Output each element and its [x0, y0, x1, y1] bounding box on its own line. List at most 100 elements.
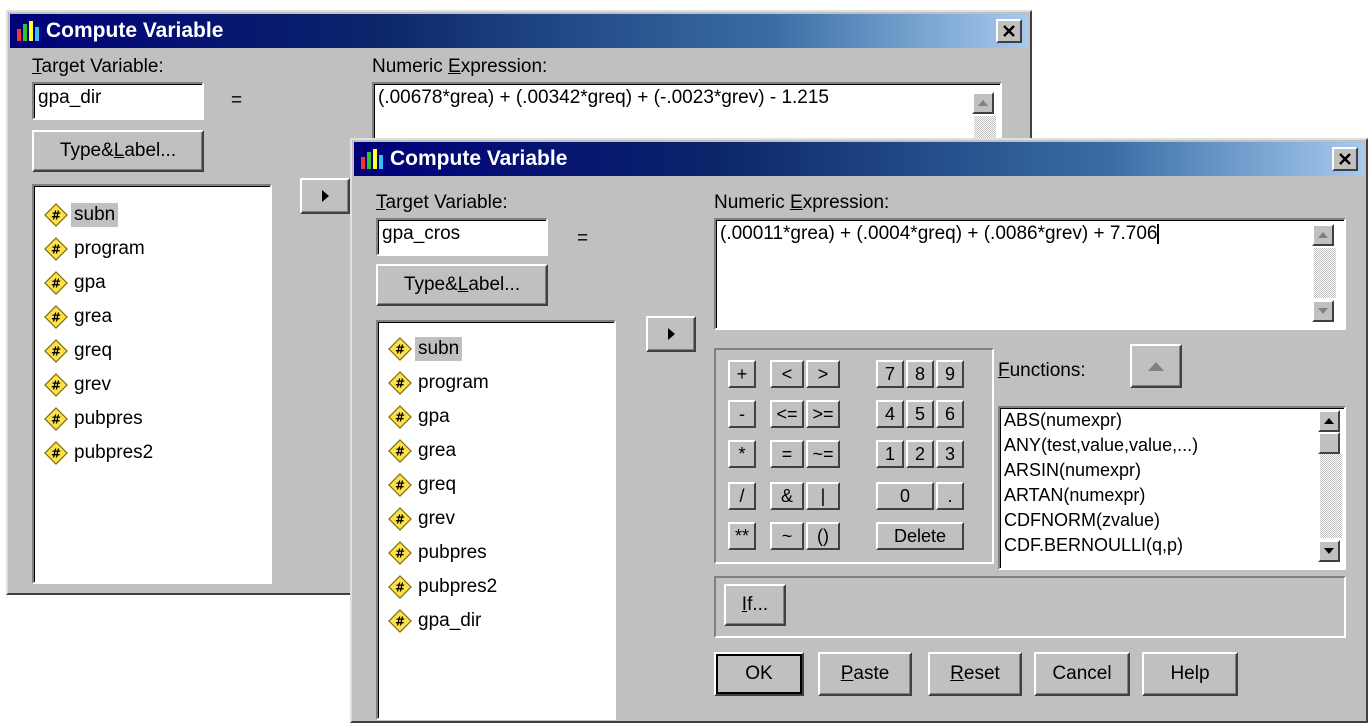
numeric-variable-icon: #: [388, 541, 412, 565]
key-decimal[interactable]: .: [936, 482, 964, 510]
list-item[interactable]: # grea: [388, 436, 459, 466]
cancel-button[interactable]: Cancel: [1034, 652, 1130, 696]
list-item[interactable]: # program: [44, 234, 148, 264]
if-button[interactable]: If...: [724, 584, 786, 626]
key-equals[interactable]: =: [770, 440, 804, 468]
front-move-variable-button[interactable]: [646, 316, 696, 352]
key-not-equal[interactable]: ~=: [806, 440, 840, 468]
list-item[interactable]: CDF.BERNOULLI(q,p): [1004, 535, 1183, 556]
key-8[interactable]: 8: [906, 360, 934, 388]
key-2[interactable]: 2: [906, 440, 934, 468]
back-numeric-expression-input[interactable]: (.00678*grea) + (.00342*greq) + (-.0023*…: [372, 82, 1002, 142]
list-item[interactable]: CDFNORM(zvalue): [1004, 510, 1160, 531]
help-button[interactable]: Help: [1142, 652, 1238, 696]
list-item[interactable]: # subn: [388, 334, 463, 364]
svg-text:#: #: [51, 379, 61, 393]
list-item[interactable]: # pubpres2: [44, 438, 156, 468]
reset-button[interactable]: Reset: [928, 652, 1022, 696]
key-not[interactable]: ~: [770, 522, 804, 550]
list-item[interactable]: # greq: [44, 336, 115, 366]
svg-text:#: #: [395, 615, 405, 629]
front-expression-scroll-down[interactable]: [1312, 300, 1334, 322]
key-parentheses[interactable]: (): [806, 522, 840, 550]
key-less-than[interactable]: <: [770, 360, 804, 388]
key-greater-than[interactable]: >: [806, 360, 840, 388]
list-item[interactable]: # gpa: [388, 402, 453, 432]
back-close-button[interactable]: [996, 19, 1022, 43]
svg-text:#: #: [51, 447, 61, 461]
back-variable-list[interactable]: # subn # program # gpa # grea # greq # grev # p…: [32, 184, 272, 584]
functions-scroll-down[interactable]: [1318, 540, 1340, 562]
key-5[interactable]: 5: [906, 400, 934, 428]
scroll-down-icon: [1324, 548, 1334, 554]
key-minus[interactable]: -: [728, 400, 756, 428]
list-item[interactable]: # grev: [44, 370, 114, 400]
list-item[interactable]: # pubpres2: [388, 572, 500, 602]
list-item[interactable]: # pubpres: [44, 404, 146, 434]
functions-list[interactable]: ABS(numexpr) ANY(test,value,value,...) A…: [998, 406, 1346, 570]
list-item[interactable]: # program: [388, 368, 492, 398]
key-4[interactable]: 4: [876, 400, 904, 428]
list-item[interactable]: # pubpres: [388, 538, 490, 568]
list-item[interactable]: ARTAN(numexpr): [1004, 485, 1145, 506]
back-expression-scroll-track[interactable]: [974, 116, 996, 140]
back-type-label-button[interactable]: Type& Label...: [32, 130, 204, 172]
list-item[interactable]: # subn: [44, 200, 119, 230]
key-or[interactable]: |: [806, 482, 840, 510]
numeric-variable-icon: #: [44, 203, 68, 227]
key-multiply[interactable]: *: [728, 440, 756, 468]
ok-button[interactable]: OK: [714, 652, 804, 696]
front-numeric-expression-input[interactable]: (.00011*grea) + (.0004*greq) + (.0086*gr…: [714, 218, 1346, 330]
functions-scroll-track[interactable]: [1320, 454, 1342, 538]
list-item[interactable]: # grea: [44, 302, 115, 332]
key-power[interactable]: **: [728, 522, 756, 550]
functions-scroll-up[interactable]: [1318, 410, 1340, 432]
scroll-up-icon: [1318, 232, 1328, 238]
list-item[interactable]: # grev: [388, 504, 458, 534]
front-title-bar[interactable]: Compute Variable: [354, 142, 1364, 176]
front-target-variable-input[interactable]: gpa_cros: [376, 218, 548, 256]
front-close-button[interactable]: [1332, 147, 1358, 171]
key-divide[interactable]: /: [728, 482, 756, 510]
functions-scroll-thumb[interactable]: [1318, 432, 1340, 454]
key-greater-equal[interactable]: >=: [806, 400, 840, 428]
list-item[interactable]: # gpa: [44, 268, 109, 298]
arrow-right-icon: [321, 190, 329, 202]
key-3[interactable]: 3: [936, 440, 964, 468]
back-expression-scroll-up[interactable]: [972, 92, 994, 114]
svg-text:#: #: [395, 445, 405, 459]
numeric-variable-icon: #: [388, 439, 412, 463]
list-item[interactable]: # greq: [388, 470, 459, 500]
key-delete[interactable]: Delete: [876, 522, 964, 550]
key-9[interactable]: 9: [936, 360, 964, 388]
list-item[interactable]: ABS(numexpr): [1004, 410, 1122, 431]
back-title-text: Compute Variable: [46, 19, 224, 42]
paste-function-button[interactable]: [1130, 344, 1182, 388]
front-type-label-button[interactable]: Type& Label...: [376, 264, 548, 306]
list-item[interactable]: ARSIN(numexpr): [1004, 460, 1141, 481]
back-move-variable-button[interactable]: [300, 178, 350, 214]
text-cursor: [1157, 223, 1160, 244]
key-and[interactable]: &: [770, 482, 804, 510]
list-item[interactable]: # gpa_dir: [388, 606, 484, 636]
close-icon: [1003, 25, 1015, 37]
numeric-variable-icon: #: [44, 237, 68, 261]
front-expression-scroll-up[interactable]: [1312, 224, 1334, 246]
back-equals-sign: =: [231, 90, 243, 111]
spss-app-icon: [361, 149, 383, 169]
key-7[interactable]: 7: [876, 360, 904, 388]
back-target-variable-input[interactable]: gpa_dir: [32, 82, 204, 120]
arrow-up-icon: [1148, 361, 1164, 371]
front-expression-scroll-track[interactable]: [1314, 248, 1336, 298]
list-item[interactable]: ANY(test,value,value,...): [1004, 435, 1198, 456]
back-title-bar[interactable]: Compute Variable: [10, 14, 1028, 48]
key-plus[interactable]: +: [728, 360, 756, 388]
svg-text:#: #: [51, 277, 61, 291]
key-0[interactable]: 0: [876, 482, 934, 510]
paste-button[interactable]: Paste: [818, 652, 912, 696]
front-variable-list[interactable]: # subn # program # gpa # grea # greq # grev # p…: [376, 320, 616, 720]
key-less-equal[interactable]: <=: [770, 400, 804, 428]
svg-text:#: #: [395, 377, 405, 391]
key-6[interactable]: 6: [936, 400, 964, 428]
key-1[interactable]: 1: [876, 440, 904, 468]
